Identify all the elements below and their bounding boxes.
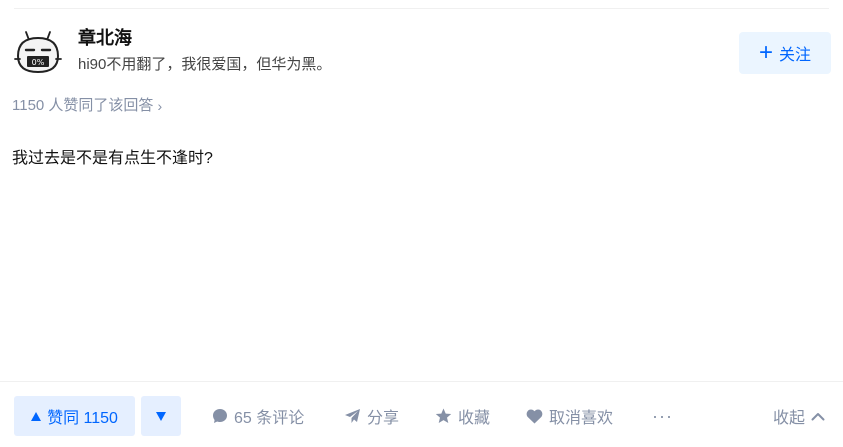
chevron-up-icon [811,412,825,420]
avatar[interactable]: 0% [12,26,64,78]
star-icon [435,408,452,423]
avatar-battery-text: 0% [32,58,45,67]
comment-label: 65 条评论 [234,410,305,427]
triangle-down-icon [156,411,166,421]
downvote-button[interactable] [141,396,181,436]
paper-plane-icon [345,409,360,423]
triangle-up-icon [31,411,42,421]
collapse-button[interactable]: 收起 [773,396,825,436]
favorite-label: 收藏 [458,410,491,427]
favorite-button[interactable]: 收藏 [435,396,490,436]
action-bar: 赞同 1150 65 条评论 分享 收藏 取消喜欢 ··· 收起 [0,381,843,447]
more-icon: ··· [652,405,673,426]
upvote-count-link[interactable]: 1150 人赞同了该回答 › [12,95,162,117]
unlike-label: 取消喜欢 [549,410,614,427]
heart-icon [526,409,543,423]
more-button[interactable]: ··· [652,396,673,436]
follow-button[interactable]: + 关注 [739,32,831,74]
upvote-button[interactable]: 赞同 1150 [14,396,135,436]
author-headline: hi90不用翻了，我很爱国，但华为黑。 [78,56,332,73]
follow-label: 关注 [779,47,812,64]
unlike-button[interactable]: 取消喜欢 [526,396,613,436]
plus-icon: + [758,39,773,66]
answer-card: 0% 章北海 hi90不用翻了，我很爱国，但华为黑。 + 关注 1150 人赞同… [0,0,843,447]
comment-button[interactable]: 65 条评论 [212,396,304,436]
collapse-label: 收起 [772,410,805,427]
author-info: 0% 章北海 hi90不用翻了，我很爱国，但华为黑。 + 关注 [12,24,831,82]
chevron-right-icon: › [157,98,163,114]
share-label: 分享 [367,410,400,427]
upvote-count-text: 1150 人赞同了该回答 [12,97,154,114]
divider [14,8,829,9]
upvote-label: 赞同 1150 [47,410,118,427]
author-name[interactable]: 章北海 [78,26,132,50]
answer-content: 我过去是不是有点生不逢时? [12,150,213,167]
share-button[interactable]: 分享 [344,396,399,436]
comment-icon [213,409,227,423]
